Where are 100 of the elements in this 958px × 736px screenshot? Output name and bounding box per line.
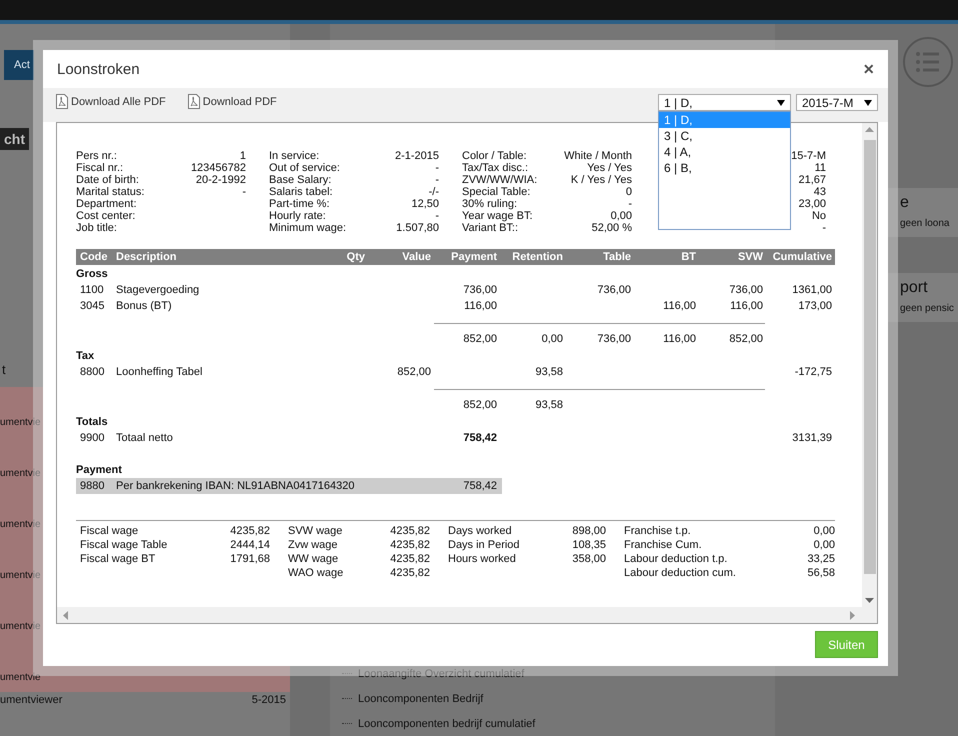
- action-button[interactable]: Act: [4, 50, 34, 80]
- pdf-icon: [188, 94, 200, 109]
- table-cell-text: Per bankrekening IBAN: NL91ABNA0417164320: [115, 479, 356, 494]
- info-value: -: [434, 162, 439, 174]
- info-label: Fiscal nr.:: [76, 162, 124, 174]
- scroll-down-icon[interactable]: [865, 598, 874, 603]
- info-label: Special Table:: [462, 186, 532, 198]
- info-value: 23,00: [798, 198, 826, 210]
- vertical-scrollbar[interactable]: [862, 123, 877, 607]
- info-label: In service:: [269, 150, 320, 162]
- summary-value: 4235,82: [390, 552, 430, 566]
- summary-label: SVW wage: [288, 524, 344, 538]
- summary-value: 56,58: [807, 566, 835, 580]
- info-value: -: [627, 198, 632, 210]
- summary-value: 108,35: [572, 538, 606, 552]
- summary-value: 358,00: [572, 552, 606, 566]
- dropdown-option[interactable]: 4 | A,: [659, 144, 790, 160]
- list-item[interactable]: umentvie: [0, 670, 290, 685]
- pdf-icon: [56, 94, 68, 109]
- info-value: -: [434, 210, 439, 222]
- info-value: 0: [624, 186, 632, 198]
- summary-label: Fiscal wage Table: [80, 538, 168, 552]
- column-header: Retention: [511, 250, 564, 265]
- summary-value: 1791,68: [230, 552, 270, 566]
- table-cell-text: 8800: [79, 365, 106, 380]
- column-header: Value: [401, 250, 432, 265]
- summary-label: Zvw wage: [288, 538, 339, 552]
- summary-label: Franchise t.p.: [624, 524, 692, 538]
- info-label: Department:: [76, 198, 138, 210]
- summary-label: Days in Period: [448, 538, 521, 552]
- table-cell-text: Loonheffing Tabel: [115, 365, 204, 380]
- dropdown-option[interactable]: 1 | D,: [659, 112, 790, 128]
- download-link[interactable]: Download PDF: [188, 94, 277, 109]
- summary-value: 0,00: [812, 538, 835, 552]
- info-label: Out of service:: [269, 162, 341, 174]
- summary-label: Days worked: [448, 524, 513, 538]
- subtotal-cell-text: 116,00: [662, 332, 697, 347]
- card-title: port: [900, 278, 929, 298]
- table-cell-text: 9880: [79, 479, 106, 494]
- table-cell-text: 852,00: [396, 365, 432, 380]
- summary-label: Franchise Cum.: [624, 538, 703, 552]
- summary-value: 898,00: [572, 524, 606, 538]
- summary-value: 0,00: [812, 524, 835, 538]
- info-value: 52,00 %: [590, 222, 632, 234]
- download-link[interactable]: Download Alle PDF: [56, 94, 166, 109]
- table-cell-text: 9900: [79, 431, 106, 446]
- table-cell-text: 3045: [79, 299, 106, 314]
- scroll-left-icon[interactable]: [63, 610, 68, 620]
- subtotal-cell-text: 852,00: [462, 398, 498, 413]
- horizontal-scrollbar[interactable]: [57, 607, 877, 623]
- list-item[interactable]: umentviewer: [0, 694, 62, 706]
- table-cell-text: Stagevergoeding: [115, 283, 200, 298]
- scroll-right-icon[interactable]: [850, 610, 855, 620]
- section-title: Totals: [76, 415, 109, 430]
- info-label: Part-time %:: [269, 198, 331, 210]
- table-cell-text: 758,42: [462, 479, 498, 494]
- column-header: Cumulative: [772, 250, 833, 265]
- close-button[interactable]: ×: [863, 58, 874, 80]
- info-value: Yes / Yes: [586, 162, 632, 174]
- column-header: Code: [79, 250, 108, 265]
- column-header: Qty: [346, 250, 366, 265]
- table-cell-text: 93,58: [534, 365, 564, 380]
- summary-label: Fiscal wage BT: [80, 552, 156, 566]
- column-header: SVW: [736, 250, 764, 265]
- table-cell-text: 116,00: [662, 299, 697, 314]
- info-label: ZVW/WW/WIA:: [462, 174, 538, 186]
- info-value: 1: [238, 150, 246, 162]
- info-value: -/-: [428, 186, 439, 198]
- card-text: geen pensic: [900, 303, 955, 314]
- subtotal-cell-text: 852,00: [462, 332, 498, 347]
- info-label: Pers nr.:: [76, 150, 118, 162]
- dropdown-option[interactable]: 6 | B,: [659, 160, 790, 176]
- tree-item[interactable]: Looncomponenten bedrijf cumulatief: [358, 718, 536, 730]
- summary-label: Hours worked: [448, 552, 517, 566]
- table-cell-text: 116,00: [463, 299, 498, 314]
- window-title: Loonstroken: [57, 60, 140, 78]
- scroll-up-icon[interactable]: [865, 127, 874, 132]
- summary-value: 4235,82: [390, 566, 430, 580]
- period-select[interactable]: 2015-7-M: [796, 94, 878, 111]
- info-value: 1.507,80: [395, 222, 439, 234]
- info-label: Marital status:: [76, 186, 146, 198]
- subtotal-cell-text: 736,00: [596, 332, 632, 347]
- table-cell-text: 736,00: [462, 283, 498, 298]
- info-value: 21,67: [798, 174, 826, 186]
- subtotal-cell-text: 93,58: [534, 398, 564, 413]
- column-header: BT: [680, 250, 697, 265]
- table-cell-text: 736,00: [596, 283, 632, 298]
- subtotal-cell-text: 852,00: [728, 332, 764, 347]
- summary-value: 2444,14: [230, 538, 270, 552]
- menu-icon[interactable]: [902, 36, 954, 88]
- tree-item[interactable]: Looncomponenten Bedrijf: [358, 692, 484, 704]
- column-header: Table: [602, 250, 632, 265]
- info-label: Tax/Tax disc.:: [462, 162, 530, 174]
- dropdown-option[interactable]: 3 | C,: [659, 128, 790, 144]
- table-cell-text: Totaal netto: [115, 431, 174, 446]
- table-cell-text: 1361,00: [791, 283, 833, 298]
- info-value: 2-1-2015: [394, 150, 439, 162]
- info-value: 20-2-1992: [194, 174, 246, 186]
- info-value: -: [822, 222, 826, 234]
- employee-select[interactable]: 1 | D,: [658, 94, 791, 111]
